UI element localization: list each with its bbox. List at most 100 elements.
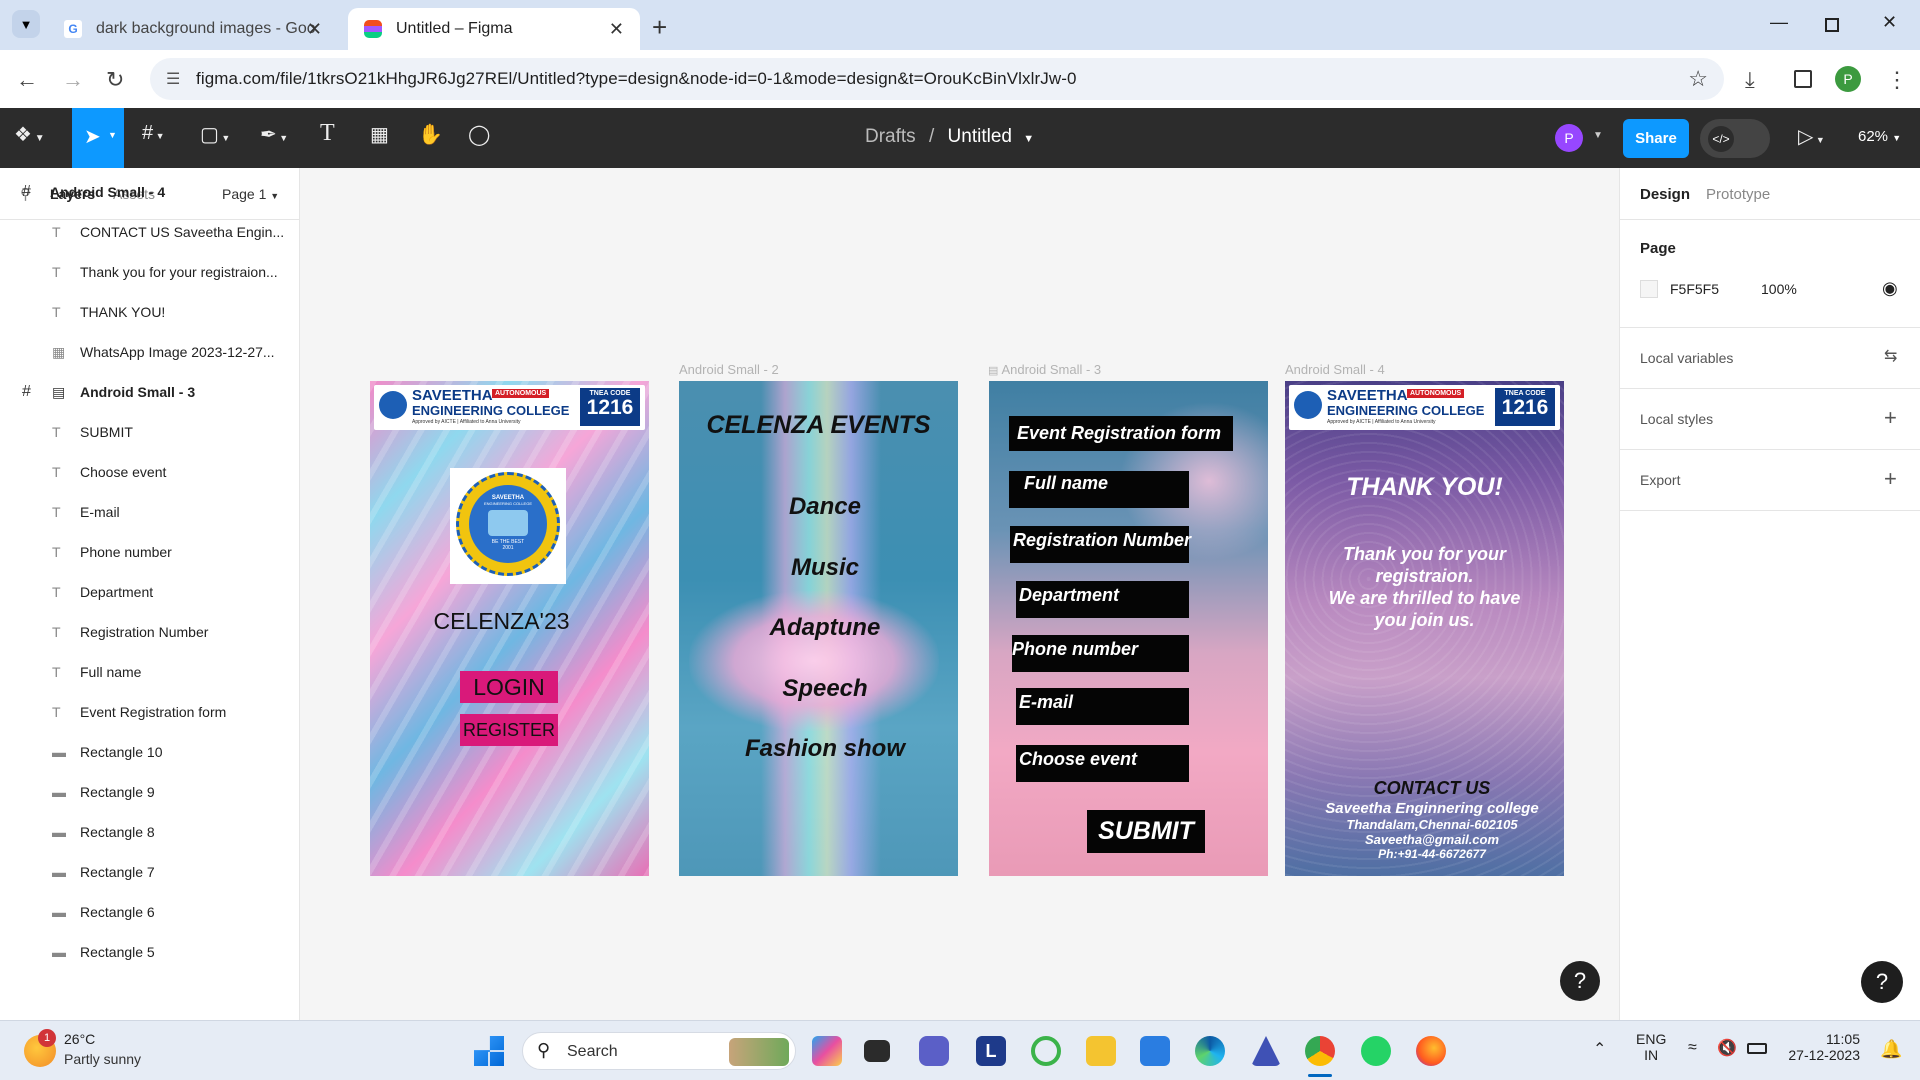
tab-design[interactable]: Design: [1640, 186, 1690, 203]
site-info-icon[interactable]: ☰: [166, 69, 180, 89]
form-field-box[interactable]: Choose event: [1016, 745, 1189, 782]
layer-row[interactable]: ▬ Rectangle 10: [0, 732, 299, 772]
frame-android-small-1[interactable]: SAVEETHA AUTONOMOUS ENGINEERING COLLEGE …: [370, 381, 649, 876]
green-circle-app-icon[interactable]: [1031, 1036, 1061, 1066]
frame-label[interactable]: Android Small - 4: [1285, 362, 1385, 377]
help-icon[interactable]: ?: [1560, 961, 1600, 1001]
pen-tool-icon[interactable]: ✒ ▼: [260, 122, 288, 147]
dev-mode-toggle[interactable]: </>: [1700, 119, 1770, 158]
maximize-icon[interactable]: [1825, 18, 1839, 32]
layer-row[interactable]: ▬ Rectangle 8: [0, 812, 299, 852]
microsoft-store-icon[interactable]: [1140, 1036, 1170, 1066]
chevron-down-icon[interactable]: ▼: [1023, 133, 1034, 145]
more-menu-icon[interactable]: ⋮: [1886, 67, 1908, 93]
visibility-eye-icon[interactable]: ◉: [1882, 278, 1898, 299]
tab-list-chevron-icon[interactable]: ▼: [12, 10, 40, 38]
bookmark-star-icon[interactable]: ☆: [1688, 66, 1708, 92]
close-tab-icon[interactable]: ✕: [609, 19, 624, 40]
layer-row[interactable]: T Registration Number: [0, 612, 299, 652]
arc-app-icon[interactable]: [1251, 1036, 1281, 1066]
firefox-icon[interactable]: [1416, 1036, 1446, 1066]
layer-row[interactable]: T CONTACT US Saveetha Engin...: [0, 212, 299, 252]
layer-row[interactable]: ▬ Rectangle 9: [0, 772, 299, 812]
design-canvas[interactable]: SAVEETHA AUTONOMOUS ENGINEERING COLLEGE …: [300, 168, 1619, 1020]
show-hidden-icons-chevron-icon[interactable]: ⌃: [1593, 1039, 1606, 1059]
page-color-value[interactable]: F5F5F5: [1670, 281, 1719, 297]
volume-muted-icon[interactable]: 🔇: [1717, 1038, 1737, 1058]
help-button-icon[interactable]: ?: [1861, 961, 1903, 1003]
profile-avatar[interactable]: P: [1835, 66, 1861, 92]
layer-row[interactable]: T Phone number: [0, 532, 299, 572]
layer-row[interactable]: ▦ WhatsApp Image 2023-12-27...: [0, 332, 299, 372]
minimize-icon[interactable]: —: [1770, 12, 1788, 33]
tab-google-search[interactable]: G dark background images - Goo ✕: [48, 8, 338, 50]
windows-start-icon[interactable]: [474, 1036, 504, 1066]
breadcrumb-folder[interactable]: Drafts: [865, 126, 916, 147]
chevron-down-icon[interactable]: ▼: [1593, 130, 1603, 141]
frame-label[interactable]: Android Small - 2: [679, 362, 779, 377]
zoom-level[interactable]: 62% ▼: [1858, 128, 1901, 145]
layer-row[interactable]: T Full name: [0, 652, 299, 692]
back-arrow-icon[interactable]: ←: [16, 67, 38, 93]
copilot-icon[interactable]: [812, 1036, 842, 1066]
form-field-box[interactable]: Department: [1016, 581, 1189, 618]
window-close-icon[interactable]: ✕: [1882, 12, 1897, 33]
layer-row[interactable]: T Thank you for your registraion...: [0, 252, 299, 292]
present-play-icon[interactable]: ▷ ▼: [1798, 124, 1825, 149]
file-explorer-icon[interactable]: [1086, 1036, 1116, 1066]
variables-adjust-icon[interactable]: ⇆: [1884, 346, 1897, 366]
weather-temp[interactable]: 26°C: [64, 1031, 95, 1047]
layer-row[interactable]: ▬ Rectangle 5: [0, 932, 299, 972]
add-style-plus-icon[interactable]: +: [1884, 405, 1897, 431]
form-field-box[interactable]: Registration Number: [1010, 526, 1191, 563]
rectangle-tool-icon[interactable]: ▢ ▼: [200, 122, 230, 147]
battery-icon[interactable]: [1747, 1043, 1767, 1054]
layer-row[interactable]: ▬ Rectangle 6: [0, 892, 299, 932]
teams-chat-icon[interactable]: [919, 1036, 949, 1066]
layer-row[interactable]: T Event Registration form: [0, 692, 299, 732]
forward-arrow-icon[interactable]: →: [62, 67, 84, 93]
wifi-icon[interactable]: ≈: [1688, 1039, 1697, 1057]
weather-desc[interactable]: Partly sunny: [64, 1051, 141, 1067]
reload-icon[interactable]: ↻: [106, 67, 124, 93]
register-button[interactable]: REGISTER: [460, 714, 558, 746]
form-field-box[interactable]: E-mail: [1016, 688, 1189, 725]
login-button[interactable]: LOGIN: [460, 671, 558, 703]
url-field[interactable]: ☰ figma.com/file/1tkrsO21kHhgJR6Jg27REl/…: [150, 58, 1724, 100]
figma-main-menu-icon[interactable]: ❖ ▼: [14, 122, 45, 147]
export-section[interactable]: Export +: [1620, 450, 1920, 511]
close-tab-icon[interactable]: ✕: [307, 19, 322, 40]
frame-tool-icon[interactable]: # ▼: [142, 122, 165, 145]
frame-android-small-4[interactable]: SAVEETHA AUTONOMOUS ENGINEERING COLLEGE …: [1285, 381, 1564, 876]
user-avatar[interactable]: P: [1555, 124, 1583, 152]
resources-tool-icon[interactable]: ▦: [370, 122, 389, 147]
whatsapp-icon[interactable]: [1361, 1036, 1391, 1066]
frame-label[interactable]: ▤ Android Small - 3: [988, 362, 1101, 377]
new-tab-plus-icon[interactable]: +: [652, 12, 667, 43]
layer-row[interactable]: T Department: [0, 572, 299, 612]
share-button[interactable]: Share: [1623, 119, 1689, 158]
frame-android-small-2[interactable]: CELENZA EVENTS Dance Music Adaptune Speech F…: [679, 381, 958, 876]
form-field-box[interactable]: Full name: [1009, 471, 1189, 508]
form-field-box[interactable]: Phone number: [1012, 635, 1189, 672]
layer-row[interactable]: ▬ Rectangle 7: [0, 852, 299, 892]
layer-row[interactable]: # Android Small - 3 ▤: [0, 372, 299, 412]
layer-row[interactable]: T Choose event: [0, 452, 299, 492]
add-export-plus-icon[interactable]: +: [1884, 466, 1897, 492]
download-icon[interactable]: ⤓: [1745, 67, 1755, 93]
tab-figma[interactable]: Untitled – Figma ✕: [348, 8, 640, 50]
page-color-swatch[interactable]: [1640, 280, 1658, 298]
side-panel-icon[interactable]: [1794, 70, 1812, 88]
layer-row[interactable]: # Android Small - 4: [0, 172, 299, 212]
task-view-icon[interactable]: [864, 1040, 890, 1062]
submit-button[interactable]: SUBMIT: [1087, 810, 1205, 853]
l-app-icon[interactable]: L: [976, 1036, 1006, 1066]
comment-tool-icon[interactable]: ◯: [468, 122, 490, 147]
file-name[interactable]: Untitled: [948, 126, 1012, 147]
hand-tool-icon[interactable]: ✋: [418, 122, 443, 147]
notification-bell-icon[interactable]: 🔔: [1880, 1039, 1902, 1060]
move-tool-button[interactable]: ➤ ▼: [72, 108, 124, 168]
chrome-icon[interactable]: [1305, 1036, 1335, 1066]
edge-browser-icon[interactable]: [1195, 1036, 1225, 1066]
local-styles-section[interactable]: Local styles +: [1620, 389, 1920, 450]
